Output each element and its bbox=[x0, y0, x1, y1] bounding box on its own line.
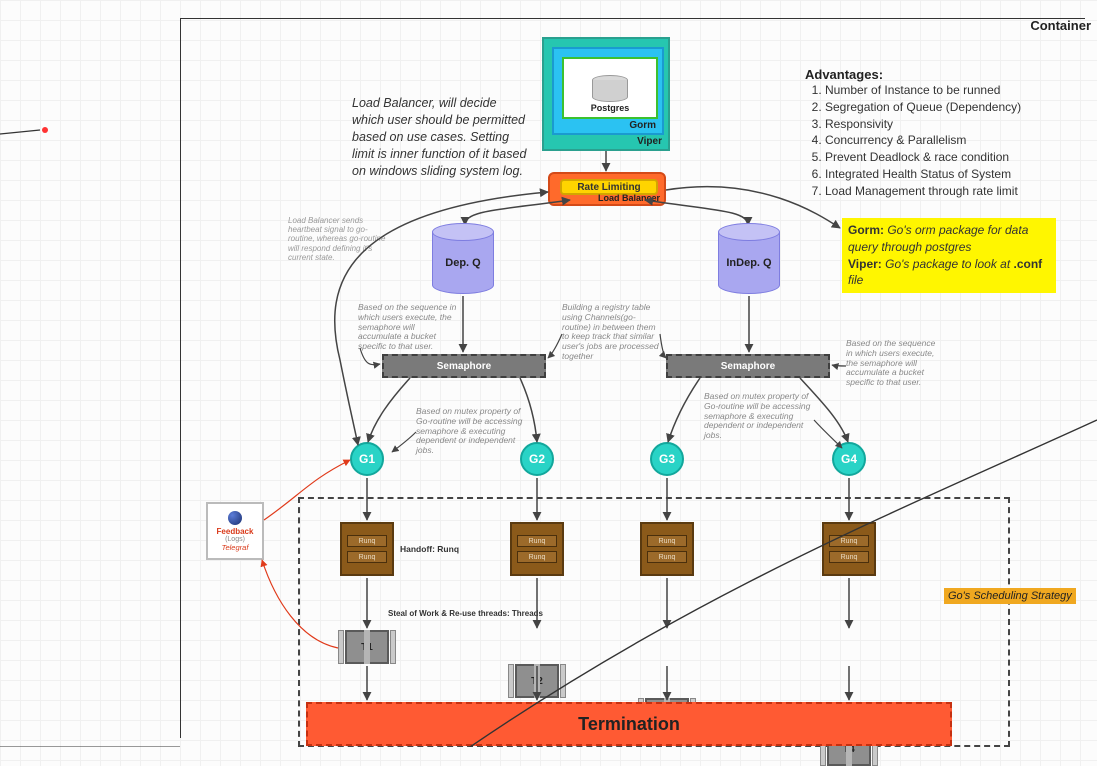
advantage-item: Prevent Deadlock & race condition bbox=[825, 149, 1065, 166]
viper-text-post: file bbox=[848, 273, 863, 287]
t2-wrap: T2 bbox=[508, 664, 566, 698]
viper-bold: Viper: bbox=[848, 257, 882, 271]
mutex-note-left: Based on mutex property of Go-routine wi… bbox=[416, 407, 526, 456]
gorm-label: Gorm bbox=[629, 120, 656, 131]
t1-wrap: T1 bbox=[338, 630, 396, 664]
postgres-label: Postgres bbox=[564, 103, 656, 113]
scheduling-strategy-tag: Go's Scheduling Strategy bbox=[944, 588, 1076, 604]
handoff-label: Handoff: Runq bbox=[400, 544, 459, 554]
indep-q-label: InDep. Q bbox=[726, 257, 771, 269]
runq-g2: Runq Runq bbox=[510, 522, 564, 576]
t1-box: T1 bbox=[345, 630, 389, 664]
advantage-item: Responsivity bbox=[825, 116, 1065, 133]
runq-slot: Runq bbox=[829, 535, 869, 547]
gorm-bold: Gorm: bbox=[848, 223, 884, 237]
handle-dot bbox=[42, 127, 48, 133]
indep-queue: InDep. Q bbox=[718, 223, 780, 294]
dep-q-label: Dep. Q bbox=[445, 257, 480, 269]
runq-slot: Runq bbox=[647, 535, 687, 547]
advantage-item: Number of Instance to be runned bbox=[825, 82, 1065, 99]
advantages-block: Advantages: Number of Instance to be run… bbox=[805, 67, 1065, 200]
runq-g4: Runq Runq bbox=[822, 522, 876, 576]
container-label: Container bbox=[1030, 18, 1091, 33]
feedback-globe-icon bbox=[228, 511, 242, 525]
g1-circle: G1 bbox=[350, 442, 384, 476]
semaphore-right: Semaphore bbox=[666, 354, 830, 378]
feedback-label: Feedback bbox=[217, 527, 254, 536]
advantage-item: Load Management through rate limit bbox=[825, 183, 1065, 200]
load-balancer-box: Rate Limiting Load Balancer bbox=[548, 172, 666, 206]
runq-g1: Runq Runq bbox=[340, 522, 394, 576]
feedback-box: Feedback (Logs) Telegraf bbox=[206, 502, 264, 560]
semaphore-note-left: Based on the sequence in which users exe… bbox=[358, 303, 458, 352]
t2-box: T2 bbox=[515, 664, 559, 698]
cylinder-top-icon bbox=[718, 223, 780, 241]
cylinder-top-icon bbox=[432, 223, 494, 241]
viper-box: Viper Gorm Postgres bbox=[542, 37, 670, 151]
package-note: Gorm: Go's orm package for data query th… bbox=[842, 218, 1056, 293]
heartbeat-note: Load Balancer sends heartbeat signal to … bbox=[288, 216, 390, 262]
g4-circle: G4 bbox=[832, 442, 866, 476]
feedback-logs: (Logs) bbox=[225, 536, 245, 543]
runq-slot: Runq bbox=[647, 551, 687, 563]
g2-circle: G2 bbox=[520, 442, 554, 476]
runq-slot: Runq bbox=[347, 551, 387, 563]
viper-text-pre: Go's package to look at bbox=[882, 257, 1014, 271]
semaphore-note-right: Based on the sequence in which users exe… bbox=[846, 339, 938, 388]
viper-label: Viper bbox=[637, 136, 662, 147]
runq-slot: Runq bbox=[517, 551, 557, 563]
runq-slot: Runq bbox=[517, 535, 557, 547]
conf-bold: .conf bbox=[1014, 257, 1043, 271]
feedback-telegraf: Telegraf bbox=[222, 543, 249, 552]
termination-box: Termination bbox=[306, 702, 952, 746]
advantages-title: Advantages: bbox=[805, 67, 1065, 82]
semaphore-left: Semaphore bbox=[382, 354, 546, 378]
registry-note: Building a registry table using Channels… bbox=[562, 303, 662, 362]
advantage-item: Integrated Health Status of System bbox=[825, 166, 1065, 183]
postgres-cylinder-icon bbox=[592, 75, 628, 102]
g3-circle: G3 bbox=[650, 442, 684, 476]
cylinder-body-icon: Dep. Q bbox=[432, 232, 494, 294]
advantage-item: Concurrency & Parallelism bbox=[825, 132, 1065, 149]
gorm-box: Gorm Postgres bbox=[552, 47, 664, 135]
advantages-list: Number of Instance to be runned Segregat… bbox=[805, 82, 1065, 200]
load-balancer-description: Load Balancer, will decide which user sh… bbox=[352, 95, 530, 179]
advantage-item: Segregation of Queue (Dependency) bbox=[825, 99, 1065, 116]
postgres-box: Postgres bbox=[562, 57, 658, 119]
cylinder-body-icon: InDep. Q bbox=[718, 232, 780, 294]
runq-slot: Runq bbox=[829, 551, 869, 563]
dep-queue: Dep. Q bbox=[432, 223, 494, 294]
runq-slot: Runq bbox=[347, 535, 387, 547]
steal-label: Steal of Work & Re-use threads: Threads bbox=[388, 609, 543, 618]
mutex-note-right: Based on mutex property of Go-routine wi… bbox=[704, 392, 814, 441]
runq-g3: Runq Runq bbox=[640, 522, 694, 576]
load-balancer-label: Load Balancer bbox=[598, 193, 660, 203]
